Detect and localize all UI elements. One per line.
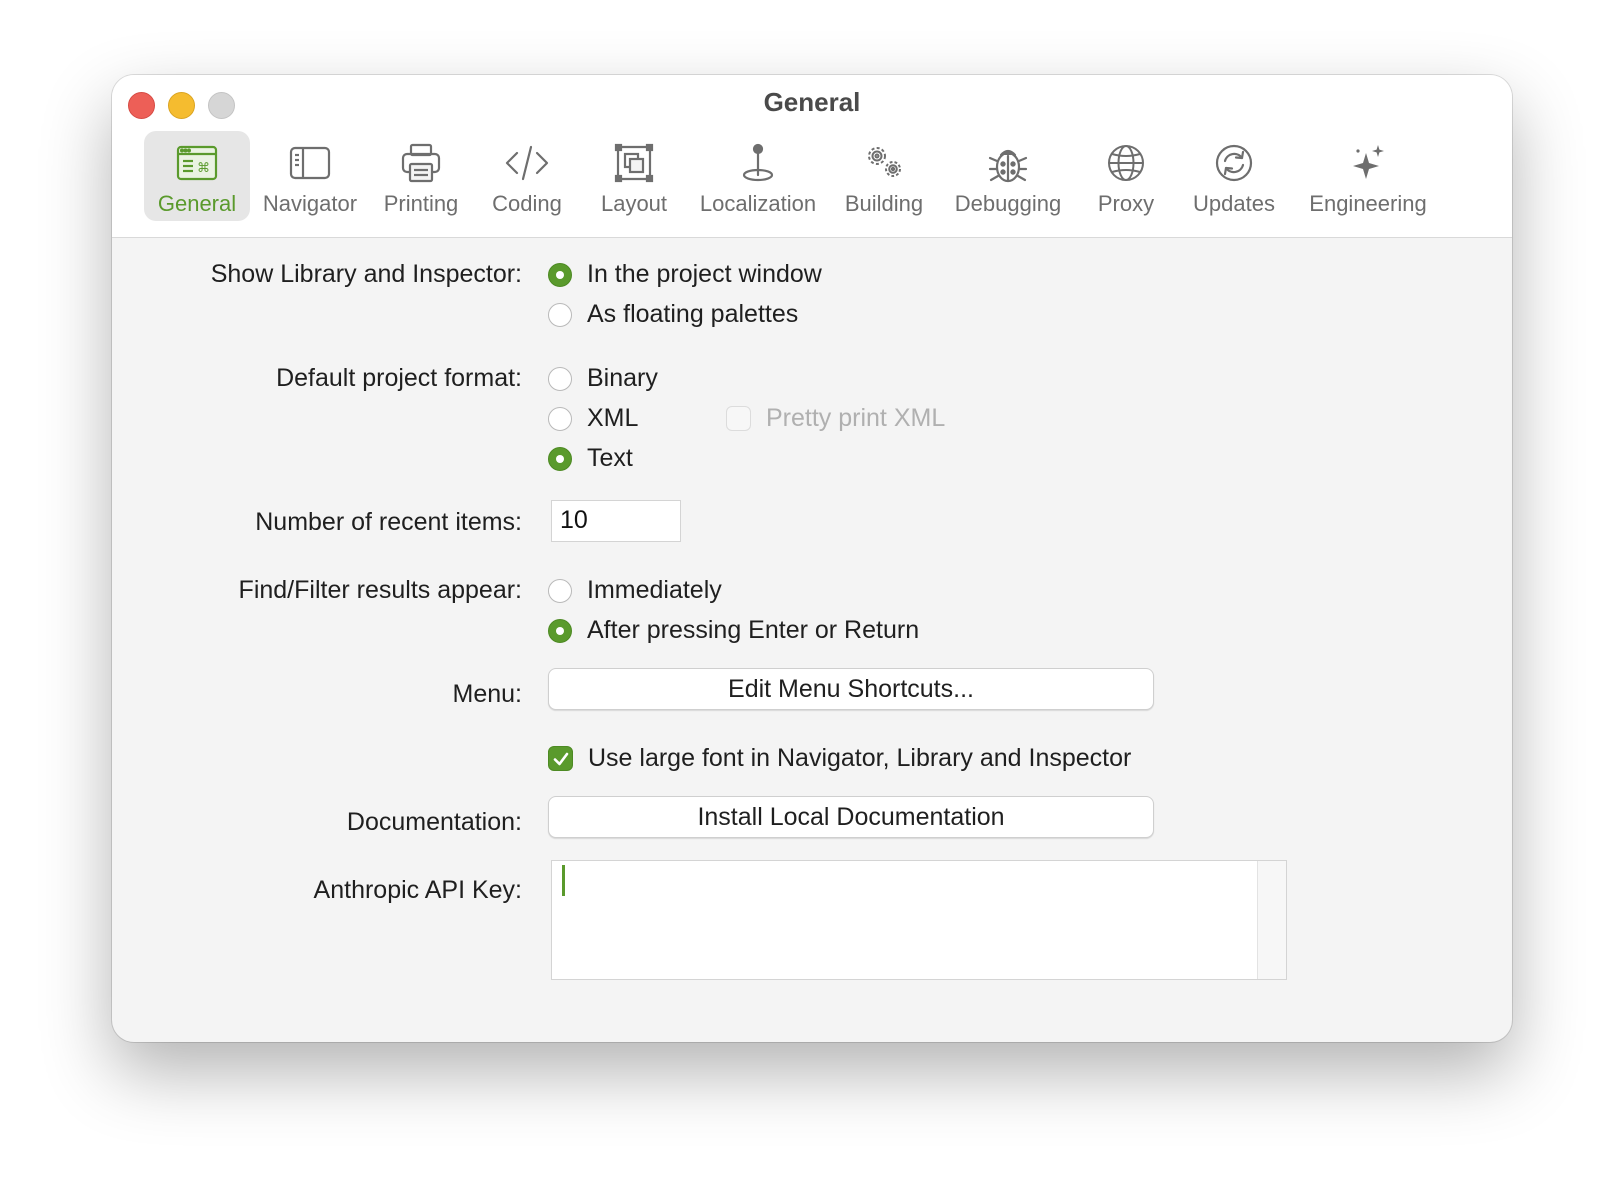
pin-icon xyxy=(734,139,782,187)
tab-building[interactable]: Building xyxy=(838,131,930,221)
large-font-checkbox[interactable]: Use large font in Navigator, Library and… xyxy=(548,744,1131,773)
tab-general[interactable]: ⌘ General xyxy=(144,131,250,221)
radio-label: Text xyxy=(587,444,633,472)
code-icon xyxy=(503,139,551,187)
radio-label: Immediately xyxy=(587,576,722,604)
edit-menu-shortcuts-button[interactable]: Edit Menu Shortcuts... xyxy=(548,668,1154,710)
tab-printing-label: Printing xyxy=(383,191,459,216)
library-inspector-label: Show Library and Inspector: xyxy=(210,260,522,288)
tab-general-label: General xyxy=(157,191,237,216)
tab-building-label: Building xyxy=(844,191,924,216)
radio-button[interactable] xyxy=(548,578,572,603)
radio-in-project-window[interactable]: In the project window xyxy=(548,260,822,289)
checkbox[interactable] xyxy=(726,406,751,431)
api-key-textarea[interactable] xyxy=(551,860,1287,980)
gears-icon xyxy=(860,139,908,187)
tab-localization-label: Localization xyxy=(699,191,817,216)
bug-icon xyxy=(984,139,1032,187)
radio-label: After pressing Enter or Return xyxy=(587,616,920,644)
navigator-icon xyxy=(286,139,334,187)
refresh-icon xyxy=(1210,139,1258,187)
tab-layout[interactable]: Layout xyxy=(594,131,674,221)
radio-button[interactable] xyxy=(548,262,572,287)
text-caret xyxy=(562,865,565,896)
tab-debugging-label: Debugging xyxy=(954,191,1062,216)
tab-localization[interactable]: Localization xyxy=(696,131,820,221)
checkbox-label: Pretty print XML xyxy=(766,404,946,432)
radio-button[interactable] xyxy=(548,302,572,327)
install-local-documentation-button[interactable]: Install Local Documentation xyxy=(548,796,1154,838)
radio-xml[interactable]: XML xyxy=(548,404,638,433)
sparkles-icon xyxy=(1344,139,1392,187)
project-format-label: Default project format: xyxy=(276,364,522,392)
tab-engineering-label: Engineering xyxy=(1309,191,1427,216)
radio-button[interactable] xyxy=(548,406,572,431)
find-filter-label: Find/Filter results appear: xyxy=(238,576,522,604)
tab-proxy-label: Proxy xyxy=(1097,191,1155,216)
radio-label: As floating palettes xyxy=(587,300,799,328)
textarea-scrollbar[interactable] xyxy=(1257,861,1286,979)
title-bar: General ⌘ General Navigator Printing Cod… xyxy=(112,75,1512,238)
radio-button[interactable] xyxy=(548,446,572,471)
radio-label: In the project window xyxy=(587,260,822,288)
tab-navigator-label: Navigator xyxy=(262,191,358,216)
checkbox-label: Use large font in Navigator, Library and… xyxy=(588,744,1132,772)
pretty-print-xml-checkbox[interactable]: Pretty print XML xyxy=(726,404,945,433)
svg-text:⌘: ⌘ xyxy=(197,161,210,176)
menu-label: Menu: xyxy=(452,680,522,708)
globe-icon xyxy=(1102,139,1150,187)
recent-items-label: Number of recent items: xyxy=(255,508,522,536)
documentation-label: Documentation: xyxy=(346,808,522,836)
tab-debugging[interactable]: Debugging xyxy=(950,131,1066,221)
tab-navigator[interactable]: Navigator xyxy=(255,131,365,221)
printer-icon xyxy=(397,139,445,187)
radio-button[interactable] xyxy=(548,618,572,643)
tab-updates-label: Updates xyxy=(1193,191,1275,216)
recent-items-input[interactable]: 10 xyxy=(551,500,681,542)
radio-immediately[interactable]: Immediately xyxy=(548,576,722,605)
checkmark-icon xyxy=(553,752,568,765)
api-key-label: Anthropic API Key: xyxy=(313,876,522,904)
radio-label: Binary xyxy=(587,364,658,392)
tab-engineering[interactable]: Engineering xyxy=(1304,131,1432,221)
checkbox[interactable] xyxy=(548,746,573,771)
tab-layout-label: Layout xyxy=(600,191,668,216)
radio-after-enter[interactable]: After pressing Enter or Return xyxy=(548,616,919,645)
radio-binary[interactable]: Binary xyxy=(548,364,658,393)
general-icon: ⌘ xyxy=(173,139,221,187)
tab-coding[interactable]: Coding xyxy=(482,131,572,221)
preferences-window: General ⌘ General Navigator Printing Cod… xyxy=(112,75,1512,1042)
radio-button[interactable] xyxy=(548,366,572,391)
radio-label: XML xyxy=(587,404,639,432)
settings-content: Show Library and Inspector: In the proje… xyxy=(112,238,1512,1042)
layout-icon xyxy=(610,139,658,187)
radio-floating-palettes[interactable]: As floating palettes xyxy=(548,300,798,329)
radio-text[interactable]: Text xyxy=(548,444,633,473)
tab-proxy[interactable]: Proxy xyxy=(1090,131,1162,221)
window-title: General xyxy=(763,87,861,117)
tab-coding-label: Coding xyxy=(492,191,562,216)
tab-updates[interactable]: Updates xyxy=(1186,131,1282,221)
tab-printing[interactable]: Printing xyxy=(376,131,466,221)
